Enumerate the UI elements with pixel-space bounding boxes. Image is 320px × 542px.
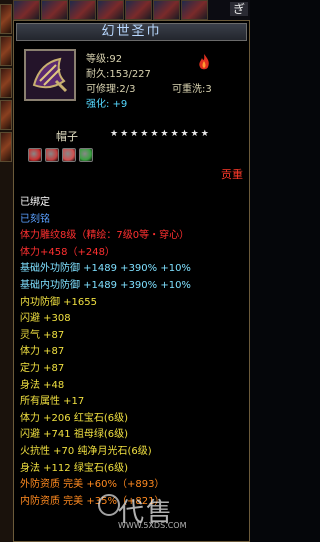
stat-line: 灵气 +87 xyxy=(20,329,65,341)
inventory-slot[interactable] xyxy=(0,132,12,162)
stat-line: 基础内功防御 +1489 +390% +10% xyxy=(20,279,191,291)
gem-socket-icon xyxy=(45,148,59,162)
item-repairable: 可修理:2/3 xyxy=(86,84,136,95)
stat-line: 体力+458（+248） xyxy=(20,246,115,258)
stat-line: 体力 +206 红宝石(6级) xyxy=(20,412,128,424)
gem-socket-icon xyxy=(79,148,93,162)
item-rewash: 可重洗:3 xyxy=(172,84,212,95)
stat-line: 体力 +87 xyxy=(20,346,65,358)
watermark-logo xyxy=(98,494,120,516)
item-type-label: 帽子 xyxy=(56,130,78,143)
gem-sockets xyxy=(28,148,93,162)
inventory-slot[interactable] xyxy=(125,0,152,20)
item-level: 等级:92 xyxy=(86,54,123,65)
fire-element-icon xyxy=(199,54,209,70)
star-icon: ★ xyxy=(180,129,189,139)
inventory-slot[interactable] xyxy=(97,0,124,20)
star-icon: ★ xyxy=(200,129,209,139)
stat-line: 闪避 +741 祖母绿(6级) xyxy=(20,429,128,441)
item-tooltip: 幻世圣巾 等级:92 耐久:153/227 可修理:2/3 可重洗:3 强化: … xyxy=(13,20,250,542)
inventory-slot[interactable] xyxy=(13,0,40,20)
inventory-slot[interactable] xyxy=(41,0,68,20)
inventory-slot[interactable] xyxy=(181,0,208,20)
star-icon: ★ xyxy=(150,129,159,139)
star-icon: ★ xyxy=(120,129,129,139)
gem-socket-icon xyxy=(62,148,76,162)
star-icon: ★ xyxy=(110,129,119,139)
watermark-url: WWW.5XDS.COM xyxy=(118,521,187,530)
item-enhance: 强化: +9 xyxy=(86,99,128,110)
star-icon: ★ xyxy=(140,129,149,139)
star-icon: ★ xyxy=(170,129,179,139)
stat-line: 火抗性 +70 纯净月光石(6级) xyxy=(20,445,152,457)
stat-line: 身法 +112 绿宝石(6级) xyxy=(20,462,128,474)
inventory-slot[interactable] xyxy=(0,100,12,130)
star-rating: ★ ★ ★ ★ ★ ★ ★ ★ ★ ★ xyxy=(110,129,209,139)
inventory-slot[interactable] xyxy=(69,0,96,20)
inventory-slot[interactable] xyxy=(0,68,12,98)
tribute-label: 贡重 xyxy=(221,168,243,181)
star-icon: ★ xyxy=(190,129,199,139)
stat-line: 已刻铭 xyxy=(20,213,50,225)
stat-line: 已绑定 xyxy=(20,197,50,208)
star-icon: ★ xyxy=(160,129,169,139)
stat-line: 内功防御 +1655 xyxy=(20,296,98,308)
item-title: 幻世圣巾 xyxy=(16,23,247,41)
stat-line: 所有属性 +17 xyxy=(20,396,85,408)
inventory-slot[interactable] xyxy=(0,4,12,34)
stat-line: 定力 +87 xyxy=(20,362,65,374)
star-icon: ★ xyxy=(130,129,139,139)
stat-line: 闪避 +308 xyxy=(20,313,71,325)
item-icon xyxy=(24,49,76,101)
item-durability: 耐久:153/227 xyxy=(86,69,151,80)
inventory-slot[interactable] xyxy=(153,0,180,20)
stat-line: 体力雕纹8级（精绘：7级0等・穿心） xyxy=(20,230,190,242)
top-inventory-strip: ぎ xyxy=(13,0,250,20)
stat-line: 基础外功防御 +1489 +390% +10% xyxy=(20,263,191,275)
top-corner-tag: ぎ xyxy=(229,2,248,16)
gem-socket-icon xyxy=(28,148,42,162)
left-inventory-strip xyxy=(0,0,13,542)
inventory-slot[interactable] xyxy=(0,36,12,66)
stat-list: 已绑定已刻铭体力雕纹8级（精绘：7级0等・穿心） 体力+458（+248） 基础外功… xyxy=(20,195,246,510)
stat-line: 身法 +48 xyxy=(20,379,65,391)
